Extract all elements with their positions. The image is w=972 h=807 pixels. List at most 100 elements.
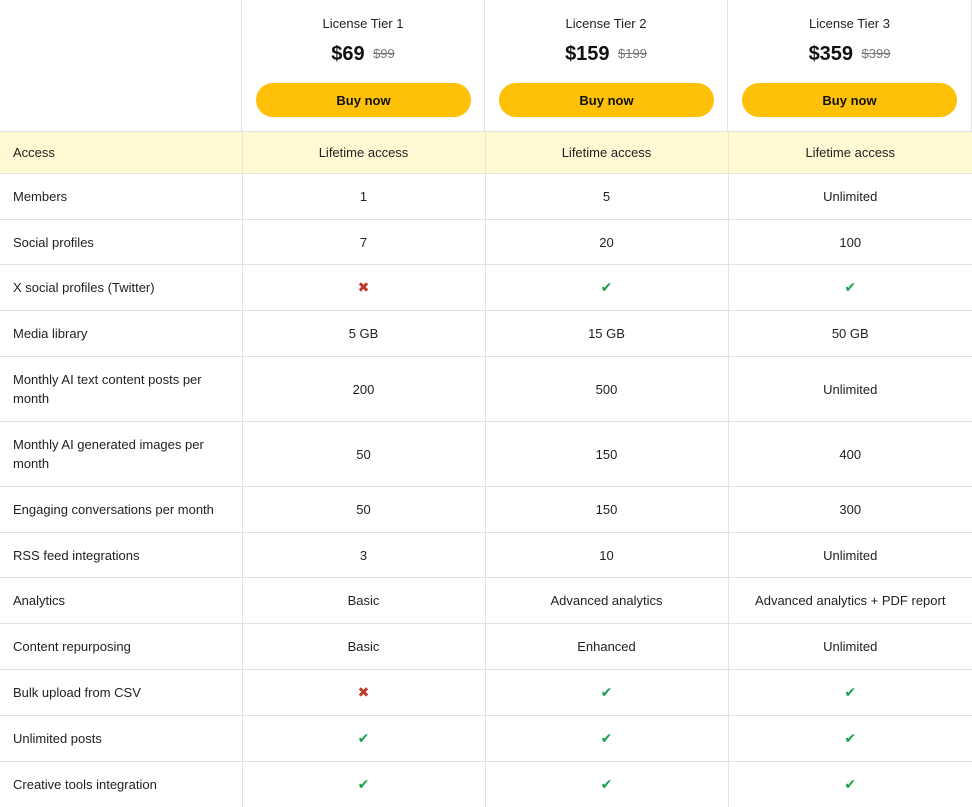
feature-value: 300 — [728, 486, 972, 533]
tier-2-header: License Tier 2 $159 $199 Buy now — [485, 0, 728, 131]
feature-value: 150 — [485, 421, 729, 487]
feature-value-icon-cell: ✔ — [485, 669, 729, 716]
feature-value-icon-cell: ✔ — [242, 761, 486, 807]
table-row: RSS feed integrations 3 10 Unlimited — [0, 532, 972, 578]
tier-name: License Tier 1 — [322, 16, 404, 31]
header-spacer — [0, 0, 242, 131]
feature-value: Basic — [242, 577, 486, 624]
feature-value: 5 — [485, 173, 729, 220]
feature-value-icon-cell: ✔ — [728, 264, 972, 311]
check-icon: ✔ — [844, 730, 857, 746]
tier-price: $359 — [808, 43, 854, 65]
feature-value: Unlimited — [728, 173, 972, 220]
feature-label: Social profiles — [0, 219, 243, 265]
feature-label: Creative tools integration — [0, 761, 243, 807]
tier-3-header: License Tier 3 $359 $399 Buy now — [728, 0, 972, 131]
table-row: Creative tools integration ✔ ✔ ✔ — [0, 761, 972, 807]
feature-value-icon-cell: ✔ — [485, 715, 729, 762]
x-icon: ✖ — [357, 279, 370, 295]
feature-value: Lifetime access — [242, 131, 486, 174]
buy-now-button-tier-3[interactable]: Buy now — [742, 83, 957, 117]
feature-label: Unlimited posts — [0, 715, 243, 762]
price-row: $69 $99 — [242, 43, 484, 66]
table-row: Access Lifetime access Lifetime access Life… — [0, 131, 972, 174]
feature-value: 50 — [242, 421, 486, 487]
feature-value: 200 — [242, 356, 486, 422]
feature-value: Advanced analytics + PDF report — [728, 577, 972, 624]
check-icon: ✔ — [600, 775, 613, 792]
feature-label: Members — [0, 173, 243, 220]
feature-value: 400 — [728, 421, 972, 487]
feature-value: Unlimited — [728, 623, 972, 670]
tier-old-price: $199 — [618, 46, 647, 61]
table-row: Engaging conversations per month 50 150 300 — [0, 486, 972, 533]
price-row: $159 $199 — [485, 43, 727, 66]
check-icon: ✔ — [357, 730, 370, 746]
feature-value: 150 — [485, 486, 729, 533]
feature-label: Media library — [0, 310, 243, 357]
tier-name: License Tier 3 — [809, 16, 890, 31]
feature-value: Unlimited — [728, 356, 972, 422]
pricing-page: License Tier 1 $69 $99 Buy now License T… — [0, 0, 972, 807]
feature-label: Monthly AI text content posts per month — [0, 356, 243, 422]
feature-label: Analytics — [0, 577, 243, 624]
feature-value: 500 — [485, 356, 729, 422]
check-icon: ✔ — [844, 684, 857, 700]
feature-value: 20 — [485, 219, 729, 265]
feature-value-icon-cell: ✔ — [485, 264, 729, 311]
feature-label: Engaging conversations per month — [0, 486, 243, 533]
feature-value: 1 — [242, 173, 486, 220]
feature-value-icon-cell: ✔ — [242, 715, 486, 762]
tier-price: $159 — [565, 43, 610, 65]
check-icon: ✔ — [600, 684, 613, 700]
feature-value: 50 — [242, 486, 486, 533]
check-icon: ✔ — [357, 775, 370, 792]
tier-price: $69 — [331, 43, 365, 65]
pricing-header: License Tier 1 $69 $99 Buy now License T… — [0, 0, 972, 131]
feature-value: Lifetime access — [485, 131, 729, 174]
feature-label: Access — [0, 131, 243, 174]
feature-value: Unlimited — [728, 532, 972, 578]
tier-old-price: $399 — [861, 46, 891, 61]
tier-old-price: $99 — [373, 46, 395, 61]
feature-value: 7 — [242, 219, 486, 265]
buy-now-button-tier-2[interactable]: Buy now — [499, 83, 714, 117]
table-row: Media library 5 GB 15 GB 50 GB — [0, 310, 972, 357]
feature-rows: Access Lifetime access Lifetime access Life… — [0, 131, 972, 807]
feature-value: 50 GB — [728, 310, 972, 357]
feature-label: Bulk upload from CSV — [0, 669, 243, 716]
feature-value-icon-cell: ✖ — [242, 669, 486, 716]
feature-value: Lifetime access — [728, 131, 972, 174]
table-row: Bulk upload from CSV ✖ ✔ ✔ — [0, 669, 972, 716]
feature-label: Monthly AI generated images per month — [0, 421, 243, 487]
table-row: Content repurposing Basic Enhanced Unlimite… — [0, 623, 972, 670]
feature-value-icon-cell: ✔ — [728, 761, 972, 807]
table-row: Social profiles 7 20 100 — [0, 219, 972, 265]
table-row: Monthly AI text content posts per month 2… — [0, 356, 972, 422]
feature-value: 3 — [242, 532, 486, 578]
feature-value-icon-cell: ✔ — [485, 761, 729, 807]
feature-value: Basic — [242, 623, 486, 670]
table-row: X social profiles (Twitter) ✖ ✔ ✔ — [0, 264, 972, 311]
feature-value: Enhanced — [485, 623, 729, 670]
feature-value-icon-cell: ✖ — [242, 264, 486, 311]
feature-value-icon-cell: ✔ — [728, 669, 972, 716]
check-icon: ✔ — [600, 730, 613, 746]
tier-1-header: License Tier 1 $69 $99 Buy now — [242, 0, 485, 131]
feature-value: 15 GB — [485, 310, 729, 357]
table-row: Members 1 5 Unlimited — [0, 173, 972, 220]
feature-value: 5 GB — [242, 310, 486, 357]
feature-label: Content repurposing — [0, 623, 243, 670]
table-row: Analytics Basic Advanced analytics Advanced… — [0, 577, 972, 624]
table-row: Monthly AI generated images per month 50 1… — [0, 421, 972, 487]
buy-now-button-tier-1[interactable]: Buy now — [256, 83, 471, 117]
table-row: Unlimited posts ✔ ✔ ✔ — [0, 715, 972, 762]
x-icon: ✖ — [357, 684, 370, 700]
check-icon: ✔ — [844, 279, 857, 295]
check-icon: ✔ — [600, 279, 613, 295]
feature-value: 10 — [485, 532, 729, 578]
feature-value-icon-cell: ✔ — [728, 715, 972, 762]
feature-comparison-table: Access Lifetime access Lifetime access Life… — [0, 131, 972, 807]
feature-label: X social profiles (Twitter) — [0, 264, 243, 311]
check-icon: ✔ — [844, 775, 857, 792]
